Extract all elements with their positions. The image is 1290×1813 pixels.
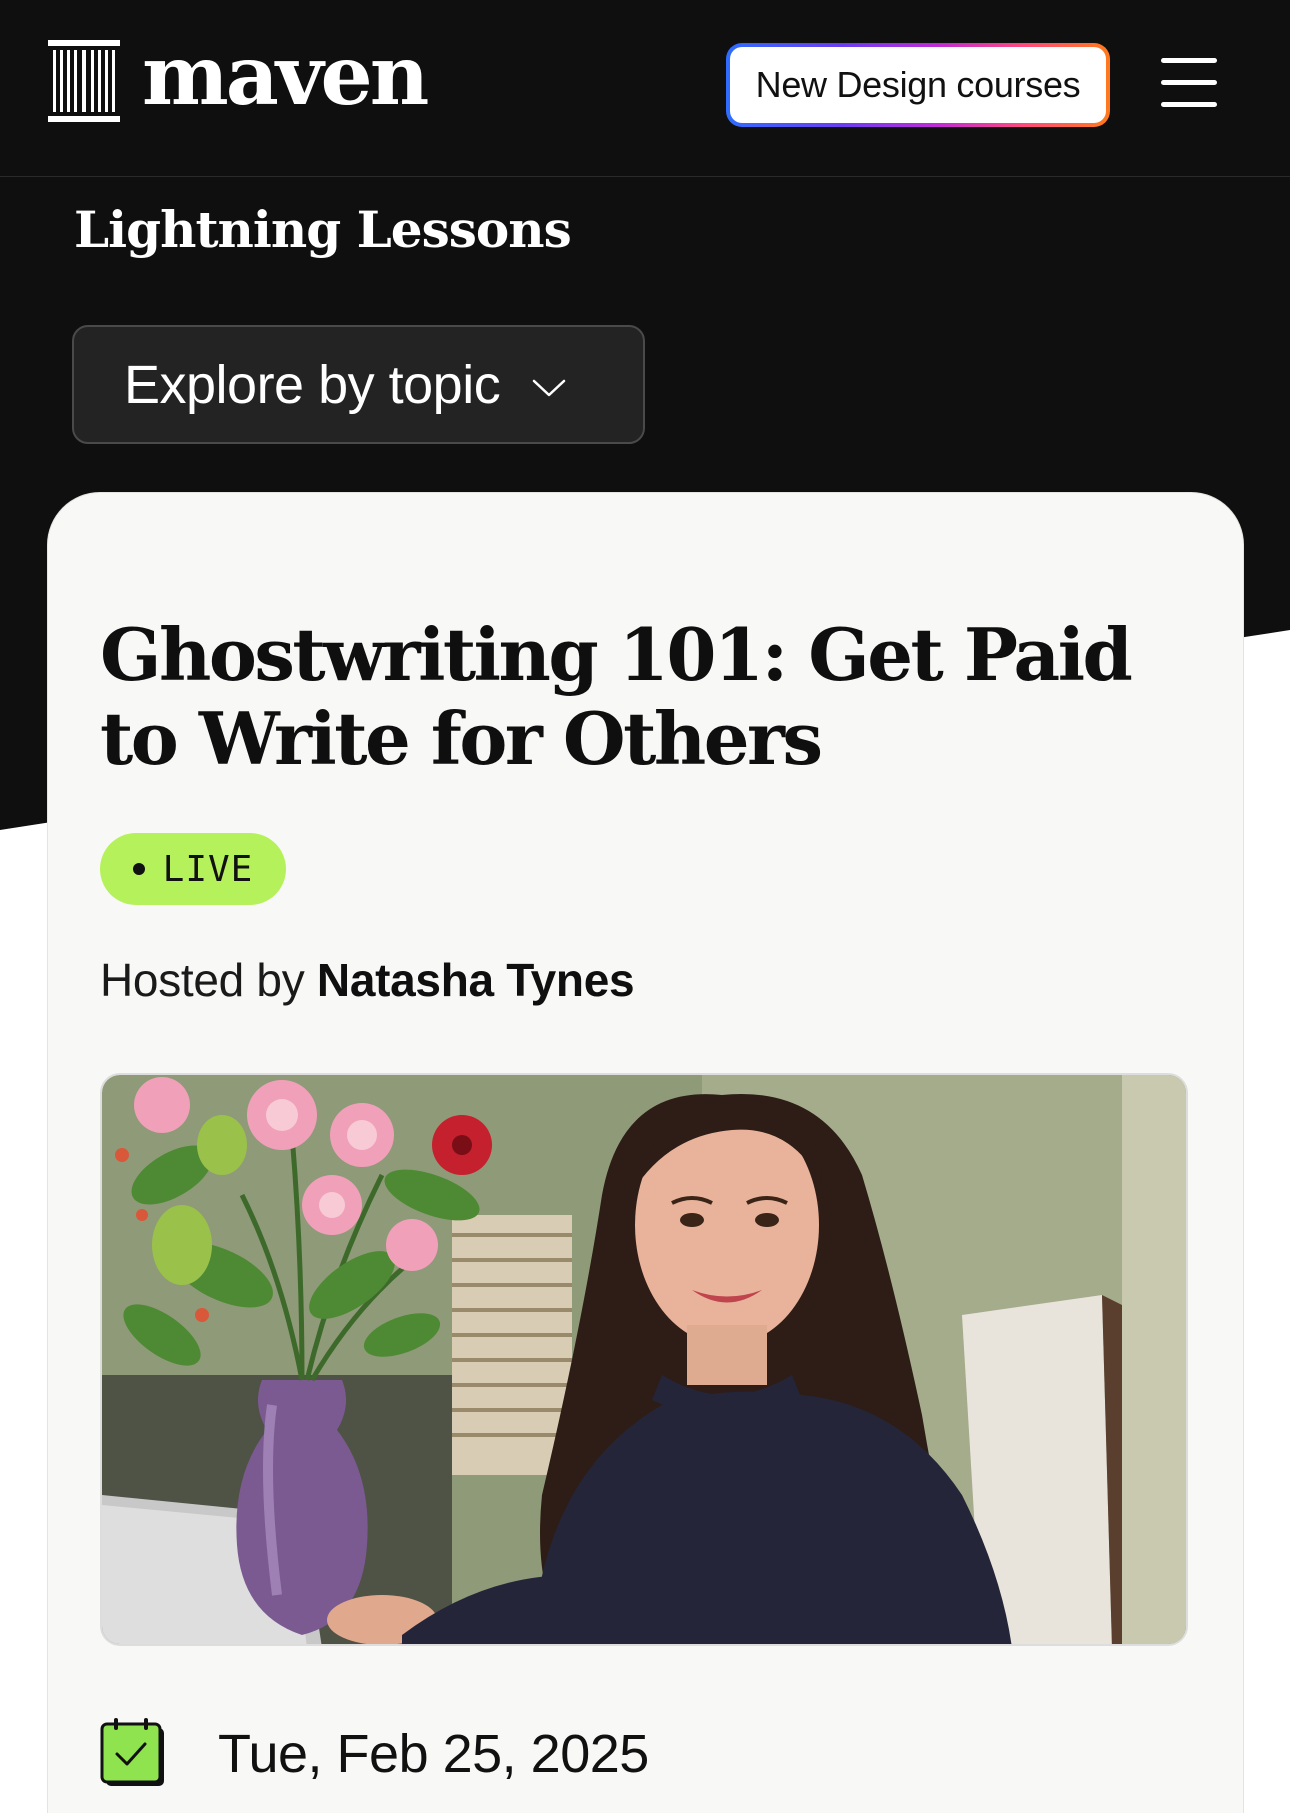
lesson-date: Tue, Feb 25, 2025 <box>218 1724 649 1784</box>
host-photo <box>100 1073 1188 1646</box>
logo-wordmark: maven <box>142 28 429 124</box>
explore-by-topic-dropdown[interactable]: Explore by topic <box>72 325 645 444</box>
hosted-by-line: Hosted by Natasha Tynes <box>100 953 635 1007</box>
hosted-prefix: Hosted by <box>100 954 305 1006</box>
host-photo-image <box>102 1075 1186 1644</box>
new-design-courses-button[interactable]: New Design courses <box>726 43 1110 127</box>
live-badge-label: LIVE <box>162 848 254 890</box>
columns-logo-icon <box>48 40 120 122</box>
hamburger-menu-icon[interactable] <box>1158 58 1220 110</box>
lesson-date-row: Tue, Feb 25, 2025 <box>100 1718 649 1790</box>
explore-label: Explore by topic <box>124 354 501 415</box>
calendar-check-icon <box>100 1718 164 1786</box>
live-dot-icon <box>132 863 145 875</box>
chevron-down-icon <box>532 379 566 396</box>
promo-button-label: New Design courses <box>730 47 1106 123</box>
live-status-badge: LIVE <box>100 833 286 905</box>
section-title: Lightning Lessons <box>74 200 572 259</box>
lesson-card[interactable]: Ghostwriting 101: Get Paid to Write for … <box>48 493 1243 1813</box>
page: maven New Design courses Lightning Lesso… <box>0 0 1290 1813</box>
maven-logo-link[interactable]: maven <box>48 35 429 122</box>
top-navigation: maven New Design courses <box>0 0 1290 177</box>
host-name[interactable]: Natasha Tynes <box>317 954 635 1006</box>
lesson-title: Ghostwriting 101: Get Paid to Write for … <box>100 612 1133 781</box>
